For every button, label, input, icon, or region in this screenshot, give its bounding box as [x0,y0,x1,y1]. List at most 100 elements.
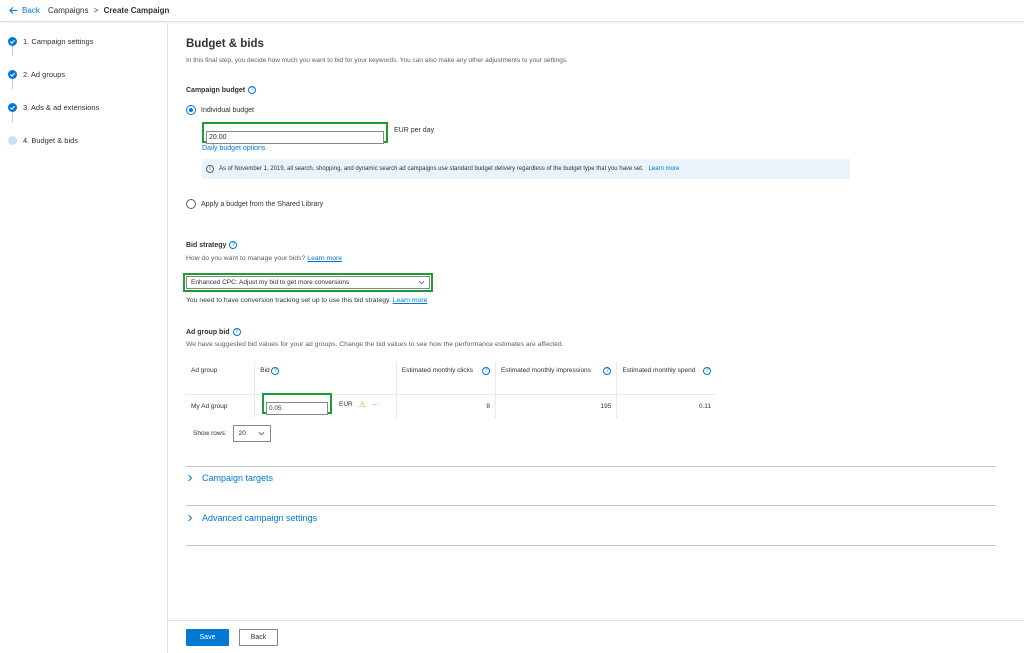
column-header-bid: Bid ? [254,362,397,395]
current-step-dot-icon [8,136,17,145]
divider [186,466,996,467]
header-back-label: Back [22,6,40,15]
column-label: Estimated monthly impressions [500,367,591,374]
bid-strategy-note: You need to have conversion tracking set… [186,297,427,304]
breadcrumb-separator: > [93,6,99,15]
divider [186,505,996,506]
step-connector [12,46,13,56]
divider [186,545,996,546]
column-label: Ad group [191,367,218,374]
step-label: 4. Budget & bids [23,136,79,145]
column-header-clicks: Estimated monthly clicks? [396,362,496,395]
bid-strategy-heading: Bid strategy ? [186,241,238,249]
show-rows: Show rows: 20 [193,425,271,442]
bid-strategy-title: Bid strategy [186,241,227,249]
bid-strategy-dropdown[interactable]: Enhanced CPC: Adjust my bid to get more … [186,276,430,289]
info-icon: i [206,165,214,173]
column-label: Bid [260,367,270,374]
more-options-icon[interactable]: ··· [372,401,379,408]
breadcrumb-campaigns[interactable]: Campaigns [48,6,88,15]
ad-group-bid-title: Ad group bid [186,328,230,336]
advanced-settings-label: Advanced campaign settings [202,513,318,523]
help-icon[interactable]: ? [248,86,257,94]
step-label: 1. Campaign settings [23,37,94,46]
column-header-impressions: Estimated monthly impressions? [495,362,618,395]
budget-currency: EUR [394,127,409,134]
step-connector [12,112,13,122]
page-description: In this final step, you decide how much … [186,57,568,64]
daily-budget-options-link[interactable]: Daily budget options [202,145,265,152]
step-label: 3. Ads & ad extensions [23,103,100,112]
budget-info-learn-more[interactable]: Learn more [649,166,680,172]
check-icon [8,103,17,112]
radio-shared-budget[interactable]: Apply a budget from the Shared Library [186,199,323,209]
radio-unselected-icon[interactable] [186,199,196,209]
show-rows-dropdown[interactable]: 20 [232,425,271,442]
steps-sidebar: 1. Campaign settings 2. Ad groups 3. Ads… [0,23,168,653]
step-label: 2. Ad groups [23,70,66,79]
bid-strategy-selected: Enhanced CPC: Adjust my bid to get more … [191,279,350,286]
chevron-down-icon [418,280,425,285]
chevron-right-icon [188,474,193,482]
chevron-down-icon [258,431,265,436]
step-campaign-settings[interactable]: 1. Campaign settings [8,37,93,46]
show-rows-value: 20 [238,430,246,437]
help-icon[interactable]: ? [481,367,490,375]
help-icon[interactable]: ? [271,367,280,375]
bid-strategy-highlight: Enhanced CPC: Adjust my bid to get more … [183,273,433,292]
help-icon[interactable]: ? [603,367,612,375]
budget-info-bar: i As of November 1, 2019, all search, sh… [202,159,850,179]
budget-amount-input[interactable] [206,131,384,144]
cell-spend: 0.11 [698,402,711,410]
shared-budget-label: Apply a budget from the Shared Library [201,200,324,208]
radio-selected-icon[interactable] [186,105,196,115]
campaign-targets-expander[interactable]: Campaign targets [186,473,273,483]
bid-amount-input[interactable] [266,402,328,415]
radio-individual-budget[interactable]: Individual budget [186,105,254,115]
arrow-left-icon [9,6,18,15]
bid-strategy-question: How do you want to manage your bids? Lea… [186,255,342,262]
top-bar: Back Campaigns > Create Campaign [0,0,1024,22]
cell-impressions: 195 [495,394,618,418]
budget-suffix: EUR per day [394,127,434,134]
budget-highlight [202,122,388,144]
breadcrumb-current: Create Campaign [103,6,170,15]
campaign-targets-label: Campaign targets [202,473,274,483]
warning-icon[interactable]: ⚠ [359,400,366,409]
campaign-budget-heading: Campaign budget ? [186,86,257,94]
footer-bar: Save Back [168,620,1024,653]
help-icon[interactable]: ? [232,328,241,336]
bid-strategy-question-text: How do you want to manage your bids? [186,255,306,262]
advanced-settings-expander[interactable]: Advanced campaign settings [186,513,317,523]
bid-currency: EUR [339,401,353,408]
help-icon[interactable]: ? [703,367,711,375]
check-icon [8,70,17,79]
save-button[interactable]: Save [186,629,229,646]
cell-ad-group: My Ad group [186,394,256,418]
ad-group-bid-description: We have suggested bid values for your ad… [186,341,564,348]
cell-clicks: 8 [396,394,496,418]
step-ads-extensions[interactable]: 3. Ads & ad extensions [8,103,99,112]
individual-budget-label: Individual budget [201,106,254,114]
step-budget-bids[interactable]: 4. Budget & bids [8,136,78,145]
chevron-right-icon [188,514,193,522]
header-back-link[interactable]: Back [9,6,40,15]
table-header-row: Ad group Bid ? Estimated monthly clicks?… [186,362,716,395]
column-header-spend: Estimated monthly spend? [616,362,716,395]
bid-strategy-note-learn-more[interactable]: Learn more [393,297,428,304]
bid-highlight [262,393,332,415]
page-title: Budget & bids [186,38,264,50]
back-button[interactable]: Back [239,629,278,646]
breadcrumb: Campaigns > Create Campaign [48,6,169,15]
step-ad-groups[interactable]: 2. Ad groups [8,70,65,79]
campaign-budget-title: Campaign budget [186,86,246,94]
step-connector [12,79,13,89]
column-header-ad-group: Ad group [186,362,256,395]
budget-period: per day [410,127,435,134]
bid-strategy-note-text: You need to have conversion tracking set… [186,297,391,304]
column-label: Estimated monthly spend [622,367,696,374]
bid-strategy-learn-more[interactable]: Learn more [307,255,342,262]
show-rows-label: Show rows: [193,430,227,437]
bid-extras: EUR ⚠ ··· [339,400,378,409]
help-icon[interactable]: ? [229,241,238,249]
